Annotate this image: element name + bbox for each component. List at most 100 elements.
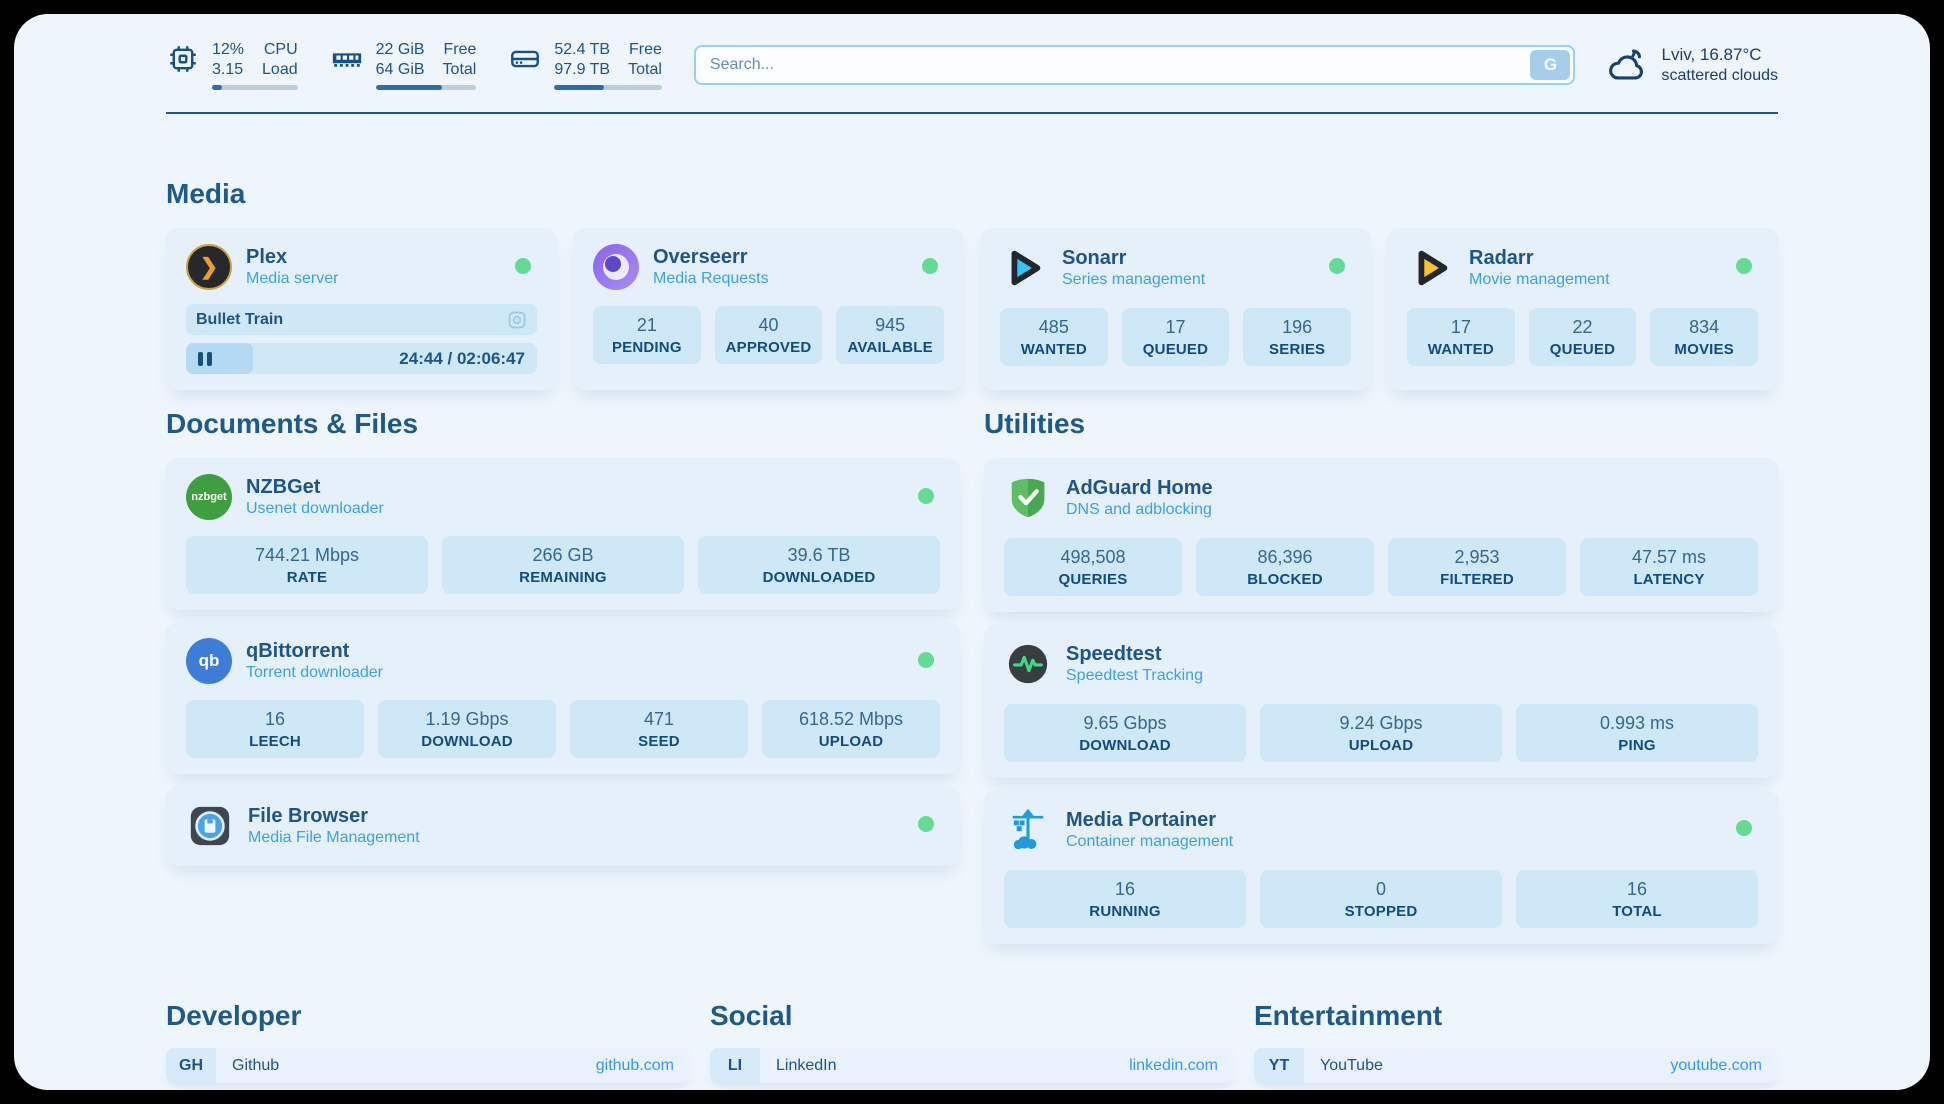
bookmark-github[interactable]: GH Github github.com: [166, 1048, 690, 1083]
portainer-card[interactable]: Media Portainer Container management 16 …: [984, 790, 1778, 944]
search-engine-button[interactable]: G: [1530, 50, 1570, 80]
search-bar: G: [694, 45, 1576, 85]
disk-progressbar: [554, 85, 662, 90]
sonarr-logo-icon: [1000, 244, 1048, 292]
header-divider: [166, 112, 1778, 114]
search-input[interactable]: [710, 56, 1531, 74]
service-subtitle: Media server: [246, 269, 338, 290]
stat-tile: 485 WANTED: [1000, 308, 1108, 366]
bookmark-abbr: YT: [1254, 1048, 1304, 1083]
cast-icon: [507, 310, 527, 330]
bookmark-url[interactable]: youtube.com: [1670, 1048, 1778, 1083]
speedtest-logo-icon: [1004, 640, 1052, 688]
cpu-metric: 12% 3.15 CPU Load: [166, 40, 298, 90]
adguard-card[interactable]: AdGuard Home DNS and adblocking 498,508 …: [984, 458, 1778, 612]
stat-tile: 39.6 TB DOWNLOADED: [698, 536, 940, 594]
overseerr-card[interactable]: Overseerr Media Requests 21 PENDING 40 A…: [573, 228, 964, 390]
bookmarks-developer: Developer GH Github github.com SO StackO…: [166, 1000, 690, 1090]
bookmark-name: YouTube: [1304, 1048, 1670, 1083]
overseerr-logo-icon: [593, 244, 639, 290]
section-title-media: Media: [166, 178, 1778, 210]
service-name: Speedtest: [1066, 642, 1203, 666]
stat-tile: 22 QUEUED: [1529, 308, 1637, 366]
memory-icon: [330, 42, 364, 76]
bookmarks-entertainment: Entertainment YT YouTube youtube.com NF …: [1254, 1000, 1778, 1090]
bookmark-youtube[interactable]: YT YouTube youtube.com: [1254, 1048, 1778, 1083]
stat-tile: 744.21 Mbps RATE: [186, 536, 428, 594]
service-name: NZBGet: [246, 475, 384, 499]
bookmark-url[interactable]: linkedin.com: [1129, 1048, 1234, 1083]
status-online-dot: [515, 258, 531, 274]
playback-progressbar: 24:44 / 02:06:47: [186, 343, 537, 374]
section-title-documents: Documents & Files: [166, 408, 960, 440]
service-subtitle: Media Requests: [653, 269, 769, 290]
service-subtitle: DNS and adblocking: [1066, 500, 1213, 521]
portainer-logo-icon: [1004, 806, 1052, 854]
cpu-progressbar: [212, 85, 298, 90]
stat-tile: 9.65 Gbps DOWNLOAD: [1004, 704, 1246, 762]
disk-total: 97.9 TB: [554, 60, 610, 80]
radarr-card[interactable]: Radarr Movie management 17 WANTED 22 QUE…: [1387, 228, 1778, 390]
disk-free: 52.4 TB: [554, 40, 610, 60]
stat-tile: 17 WANTED: [1407, 308, 1515, 366]
service-name: Media Portainer: [1066, 808, 1233, 832]
memory-label-2: Total: [443, 60, 477, 80]
service-name: Plex: [246, 245, 338, 269]
stat-tile: 47.57 ms LATENCY: [1580, 538, 1758, 596]
bookmark-url[interactable]: github.com: [596, 1048, 690, 1083]
service-name: AdGuard Home: [1066, 476, 1213, 500]
weather-condition: scattered clouds: [1661, 66, 1778, 87]
utilities-column: Utilities AdGuard Home DNS and adblockin…: [984, 408, 1778, 944]
sonarr-card[interactable]: Sonarr Series management 485 WANTED 17 Q…: [980, 228, 1371, 390]
bookmarks-social: Social LI LinkedIn linkedin.com TW Twitt…: [710, 1000, 1234, 1090]
status-online-dot: [1329, 258, 1345, 274]
stat-tile: 498,508 QUERIES: [1004, 538, 1182, 596]
filebrowser-card[interactable]: File Browser Media File Management: [166, 786, 960, 866]
service-subtitle: Speedtest Tracking: [1066, 666, 1203, 687]
section-title-developer: Developer: [166, 1000, 690, 1032]
cpu-icon: [166, 42, 200, 76]
plex-card[interactable]: ❯ Plex Media server Bullet Train: [166, 228, 557, 390]
bookmarks-grid: Developer GH Github github.com SO StackO…: [166, 1000, 1778, 1090]
nzbget-card[interactable]: nzbget NZBGet Usenet downloader 744.21 M…: [166, 458, 960, 610]
disk-label-2: Total: [628, 60, 662, 80]
service-name: Overseerr: [653, 245, 769, 269]
memory-progressbar: [376, 85, 477, 90]
cpu-label-1: CPU: [262, 40, 298, 60]
cpu-percent: 12%: [212, 40, 244, 60]
service-subtitle: Torrent downloader: [246, 663, 383, 684]
memory-total: 64 GiB: [376, 60, 425, 80]
stat-tile: 2,953 FILTERED: [1388, 538, 1566, 596]
filebrowser-logo-icon: [186, 802, 234, 850]
stat-tile: 618.52 Mbps UPLOAD: [762, 700, 940, 758]
stat-tile: 9.24 Gbps UPLOAD: [1260, 704, 1502, 762]
stat-tile: 16 TOTAL: [1516, 870, 1758, 928]
stat-tile: 945 AVAILABLE: [836, 306, 944, 364]
radarr-logo-icon: [1407, 244, 1455, 292]
now-playing-row: Bullet Train: [186, 304, 537, 335]
stat-tile: 17 QUEUED: [1122, 308, 1230, 366]
weather-location-temp: Lviv, 16.87°C: [1661, 44, 1778, 66]
stat-tile: 16 LEECH: [186, 700, 364, 758]
nzbget-logo-icon: nzbget: [186, 474, 232, 520]
status-online-dot: [1736, 258, 1752, 274]
bookmark-abbr: GH: [166, 1048, 216, 1083]
stat-tile: 16 RUNNING: [1004, 870, 1246, 928]
speedtest-card[interactable]: Speedtest Speedtest Tracking 9.65 Gbps D…: [984, 624, 1778, 778]
section-title-entertainment: Entertainment: [1254, 1000, 1778, 1032]
service-subtitle: Movie management: [1469, 270, 1610, 291]
section-title-utilities: Utilities: [984, 408, 1778, 440]
stat-tile: 21 PENDING: [593, 306, 701, 364]
adguard-logo-icon: [1004, 474, 1052, 522]
section-title-social: Social: [710, 1000, 1234, 1032]
qbittorrent-card[interactable]: qb qBittorrent Torrent downloader 16 LEE…: [166, 622, 960, 774]
weather-widget: Lviv, 16.87°C scattered clouds: [1605, 44, 1778, 87]
qbittorrent-logo-icon: qb: [186, 638, 232, 684]
bookmark-name: LinkedIn: [760, 1048, 1129, 1083]
stat-tile: 40 APPROVED: [715, 306, 823, 364]
service-name: Radarr: [1469, 246, 1610, 270]
stat-tile: 86,396 BLOCKED: [1196, 538, 1374, 596]
status-online-dot: [918, 652, 934, 668]
bookmark-linkedin[interactable]: LI LinkedIn linkedin.com: [710, 1048, 1234, 1083]
stat-tile: 0 STOPPED: [1260, 870, 1502, 928]
